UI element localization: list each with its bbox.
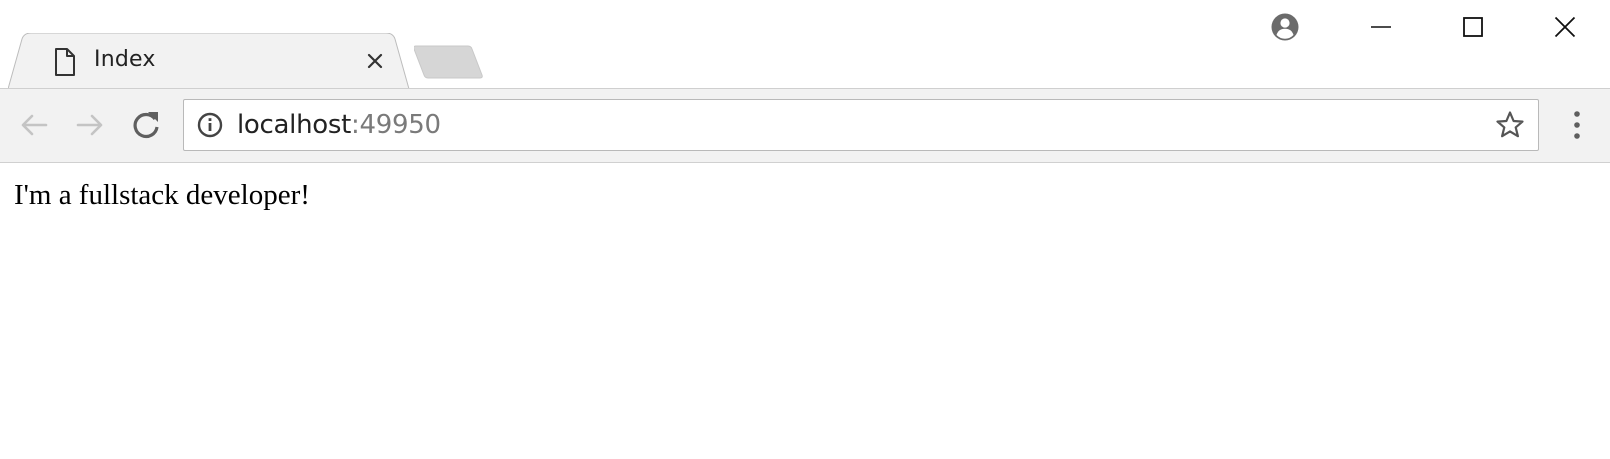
info-icon[interactable] — [197, 112, 223, 138]
arrow-right-icon[interactable] — [72, 107, 108, 143]
tab-strip: Index — [0, 0, 1610, 89]
tab-close-icon[interactable] — [365, 51, 385, 71]
tab-title: Index — [94, 47, 156, 72]
url-host: localhost — [237, 110, 352, 140]
minimize-button[interactable] — [1335, 0, 1427, 54]
page-text: I'm a fullstack developer! — [14, 179, 310, 211]
browser-window: Index localhost:49950 I'm a fullstack de… — [0, 0, 1610, 459]
minimize-icon — [1371, 26, 1391, 28]
close-icon — [1554, 16, 1576, 38]
browser-toolbar: localhost:49950 — [0, 88, 1610, 163]
maximize-button[interactable] — [1427, 0, 1519, 54]
new-tab-button[interactable] — [414, 45, 484, 79]
url-port: :49950 — [351, 110, 441, 140]
tab-index[interactable]: Index — [8, 33, 422, 89]
window-close-button[interactable] — [1519, 0, 1610, 54]
reload-icon[interactable] — [128, 107, 164, 143]
page-content: I'm a fullstack developer! — [0, 163, 1610, 459]
address-bar[interactable]: localhost:49950 — [183, 99, 1539, 151]
document-icon — [55, 48, 75, 76]
account-circle-icon[interactable] — [1270, 12, 1300, 42]
star-icon[interactable] — [1495, 110, 1525, 140]
vertical-dots-icon[interactable] — [1562, 107, 1592, 143]
url-text[interactable]: localhost:49950 — [237, 110, 441, 140]
arrow-left-icon[interactable] — [16, 107, 52, 143]
maximize-icon — [1463, 17, 1483, 37]
